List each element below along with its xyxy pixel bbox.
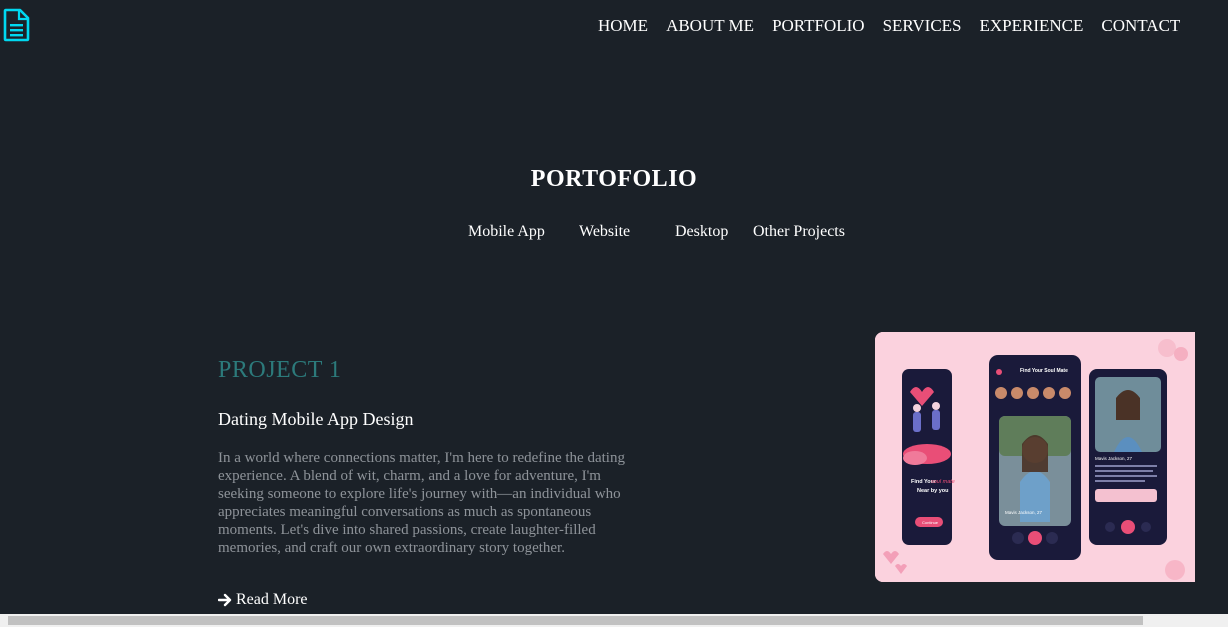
arrow-right-icon bbox=[218, 593, 232, 607]
tab-desktop[interactable]: Desktop bbox=[675, 223, 728, 241]
nav-home[interactable]: HOME bbox=[598, 16, 648, 36]
section-title: PORTOFOLIO bbox=[530, 166, 698, 192]
match-header: Find Your Soul Mate bbox=[1020, 368, 1068, 374]
nav-portfolio[interactable]: PORTFOLIO bbox=[772, 16, 865, 36]
tab-other-projects[interactable]: Other Projects bbox=[753, 223, 845, 241]
tab-website[interactable]: Website bbox=[579, 223, 630, 241]
horizontal-scrollbar[interactable] bbox=[0, 614, 1228, 627]
phone-profile-screen: Mavis Jackson, 27 bbox=[1089, 369, 1167, 545]
nav-about-me[interactable]: ABOUT ME bbox=[666, 16, 754, 36]
project-description: In a world where connections matter, I'm… bbox=[218, 450, 625, 556]
project-title: Dating Mobile App Design bbox=[218, 409, 414, 429]
project-mockup-image: Find Your soul mate Near by you Continue… bbox=[875, 332, 1195, 582]
phone-match-screen: Find Your Soul Mate Mavis Jackson, 27 bbox=[989, 355, 1081, 560]
read-more-link[interactable]: Read More bbox=[218, 591, 308, 609]
match-name: Mavis Jackson, 27 bbox=[1005, 510, 1043, 515]
read-more-label: Read More bbox=[236, 591, 308, 608]
phone-onboarding-screen: Find Your soul mate Near by you Continue bbox=[902, 369, 955, 545]
nav-services[interactable]: SERVICES bbox=[883, 16, 962, 36]
document-icon[interactable] bbox=[3, 8, 30, 42]
tab-mobile-app[interactable]: Mobile App bbox=[468, 223, 545, 241]
onboarding-button: Continue bbox=[922, 520, 939, 525]
main-nav: HOME ABOUT ME PORTFOLIO SERVICES EXPERIE… bbox=[598, 16, 1180, 36]
onboarding-line3: Near by you bbox=[917, 488, 948, 494]
scrollbar-thumb[interactable] bbox=[8, 616, 1143, 625]
nav-experience[interactable]: EXPERIENCE bbox=[980, 16, 1084, 36]
profile-name: Mavis Jackson, 27 bbox=[1095, 456, 1133, 461]
nav-contact[interactable]: CONTACT bbox=[1101, 16, 1180, 36]
project-number: PROJECT 1 bbox=[218, 357, 342, 383]
onboarding-line2: soul mate bbox=[931, 479, 955, 485]
